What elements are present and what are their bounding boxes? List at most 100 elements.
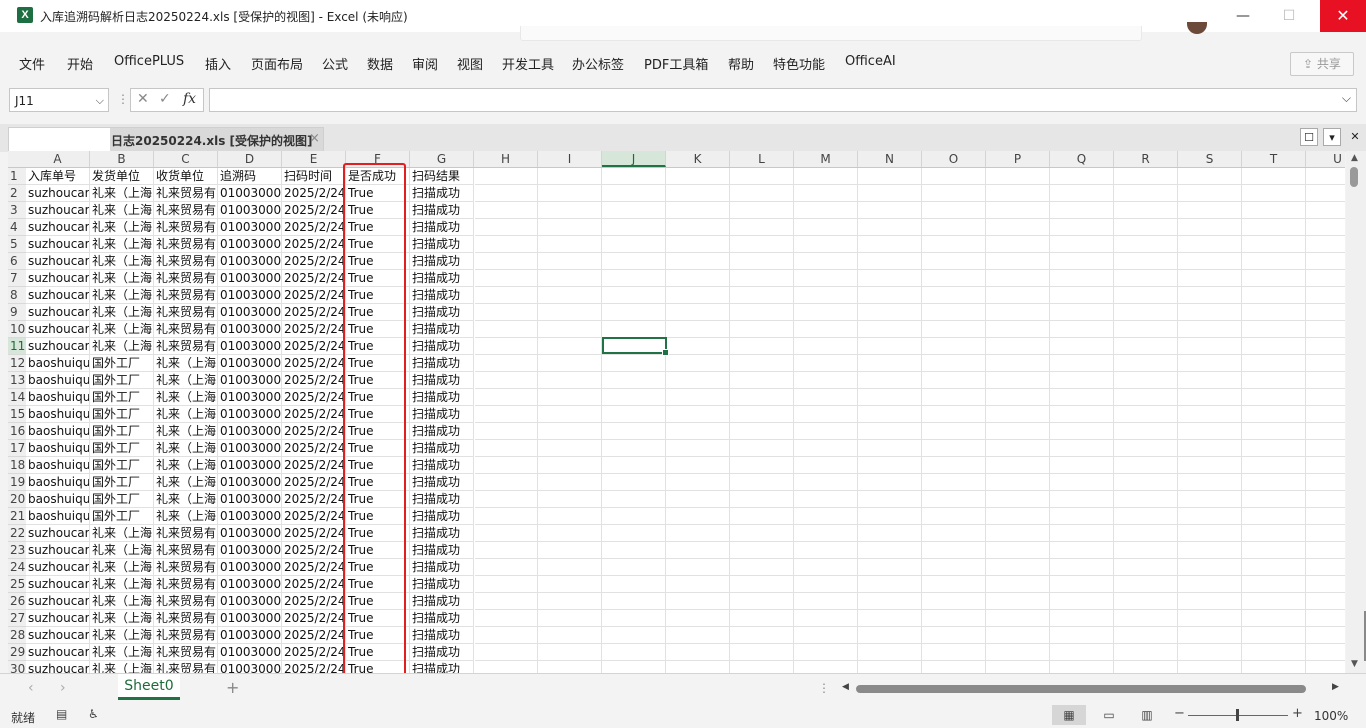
cancel-icon[interactable]: ✕ (137, 91, 149, 107)
cell-f[interactable]: True (346, 406, 410, 423)
cell-b[interactable]: 礼来（上海 (90, 338, 154, 355)
cell-g[interactable]: 扫描成功 (410, 219, 474, 236)
cell-b[interactable]: 礼来（上海 (90, 542, 154, 559)
cell-a[interactable]: suzhoucar (26, 593, 90, 610)
cell-g[interactable]: 扫码结果 (410, 168, 474, 185)
cell-d[interactable]: 010030002 (218, 185, 282, 202)
close-document-icon[interactable]: ✕ (1346, 128, 1364, 146)
cell-f[interactable]: True (346, 457, 410, 474)
cell-d[interactable]: 010030002 (218, 372, 282, 389)
cell-g[interactable]: 扫描成功 (410, 593, 474, 610)
scroll-down-icon[interactable]: ▼ (1351, 659, 1358, 669)
row-header[interactable]: 5 (8, 236, 26, 253)
share-button[interactable]: ⇪ 共享 (1290, 52, 1354, 76)
cell-d[interactable]: 010030002 (218, 508, 282, 525)
column-header-c[interactable]: C (154, 151, 218, 167)
cell-f[interactable]: True (346, 202, 410, 219)
cell-f[interactable]: True (346, 508, 410, 525)
cell-a[interactable]: baoshuiqu (26, 457, 90, 474)
cell-b[interactable]: 礼来（上海 (90, 559, 154, 576)
cell-f[interactable]: True (346, 474, 410, 491)
cell-a[interactable]: suzhoucar (26, 661, 90, 673)
avatar[interactable] (1187, 22, 1207, 34)
cell-a[interactable]: baoshuiqu (26, 389, 90, 406)
cell-f[interactable]: True (346, 559, 410, 576)
cell-b[interactable]: 礼来（上海 (90, 593, 154, 610)
cell-d[interactable]: 010030002 (218, 593, 282, 610)
row-header[interactable]: 18 (8, 457, 26, 474)
cell-e[interactable]: 2025/2/24 (282, 185, 346, 202)
column-header-f[interactable]: F (346, 151, 410, 167)
cell-d[interactable]: 010030002 (218, 610, 282, 627)
row-header[interactable]: 16 (8, 423, 26, 440)
chevron-down-icon[interactable]: ⌵ (96, 89, 104, 113)
cell-e[interactable]: 2025/2/24 (282, 474, 346, 491)
column-header-t[interactable]: T (1242, 151, 1306, 167)
cell-g[interactable]: 扫描成功 (410, 508, 474, 525)
cell-e[interactable]: 2025/2/24 (282, 304, 346, 321)
cell-g[interactable]: 扫描成功 (410, 270, 474, 287)
cell-a[interactable]: suzhoucar (26, 253, 90, 270)
cell-g[interactable]: 扫描成功 (410, 491, 474, 508)
cell-c[interactable]: 礼来（上海 (154, 457, 218, 474)
cell-g[interactable]: 扫描成功 (410, 423, 474, 440)
accessibility-icon[interactable]: ♿ (88, 707, 99, 721)
cell-e[interactable]: 2025/2/24 (282, 576, 346, 593)
row-header[interactable]: 25 (8, 576, 26, 593)
cell-a[interactable]: baoshuiqu (26, 474, 90, 491)
row-header[interactable]: 13 (8, 372, 26, 389)
insert-function-icon[interactable]: fx (183, 91, 196, 107)
cell-d[interactable]: 010030002 (218, 559, 282, 576)
new-document-icon[interactable]: ☐ (1300, 128, 1318, 146)
column-header-j[interactable]: J (602, 151, 666, 167)
cell-b[interactable]: 国外工厂 (90, 406, 154, 423)
cell-g[interactable]: 扫描成功 (410, 474, 474, 491)
cell-a[interactable]: baoshuiqu (26, 423, 90, 440)
row-header[interactable]: 1 (8, 168, 26, 185)
cell-e[interactable]: 2025/2/24 (282, 287, 346, 304)
cell-a[interactable]: suzhoucar (26, 270, 90, 287)
column-header-r[interactable]: R (1114, 151, 1178, 167)
cell-c[interactable]: 礼来（上海 (154, 508, 218, 525)
name-box[interactable]: J11 ⌵ (9, 88, 109, 112)
menu-item-12[interactable]: 帮助 (728, 54, 754, 73)
cell-d[interactable]: 010030002 (218, 338, 282, 355)
cell-g[interactable]: 扫描成功 (410, 338, 474, 355)
row-header[interactable]: 20 (8, 491, 26, 508)
cell-f[interactable]: True (346, 253, 410, 270)
cell-d[interactable]: 010030002 (218, 474, 282, 491)
column-header-h[interactable]: H (474, 151, 538, 167)
cell-e[interactable]: 2025/2/24 (282, 440, 346, 457)
cell-b[interactable]: 国外工厂 (90, 389, 154, 406)
cell-c[interactable]: 收货单位 (154, 168, 218, 185)
cell-f[interactable]: True (346, 593, 410, 610)
row-header[interactable]: 26 (8, 593, 26, 610)
cell-f[interactable]: True (346, 185, 410, 202)
cell-e[interactable]: 2025/2/24 (282, 219, 346, 236)
cell-b[interactable]: 国外工厂 (90, 457, 154, 474)
menu-item-13[interactable]: 特色功能 (773, 54, 825, 73)
cell-d[interactable]: 010030002 (218, 576, 282, 593)
row-header[interactable]: 14 (8, 389, 26, 406)
cell-f[interactable]: True (346, 219, 410, 236)
next-sheet-icon[interactable]: › (60, 680, 66, 696)
horizontal-scrollbar[interactable]: ◀ ▶ (840, 682, 1346, 696)
cell-b[interactable]: 礼来（上海 (90, 236, 154, 253)
cell-c[interactable]: 礼来贸易有 (154, 610, 218, 627)
column-header-d[interactable]: D (218, 151, 282, 167)
cell-g[interactable]: 扫描成功 (410, 304, 474, 321)
menu-item-4[interactable]: 页面布局 (251, 54, 303, 73)
cell-d[interactable]: 010030002 (218, 253, 282, 270)
menu-item-9[interactable]: 开发工具 (502, 54, 554, 73)
cell-a[interactable]: suzhoucar (26, 644, 90, 661)
column-header-l[interactable]: L (730, 151, 794, 167)
cell-d[interactable]: 010030002 (218, 661, 282, 673)
cell-g[interactable]: 扫描成功 (410, 610, 474, 627)
cell-c[interactable]: 礼来贸易有 (154, 253, 218, 270)
cell-d[interactable]: 010030002 (218, 440, 282, 457)
cell-a[interactable]: suzhoucar (26, 559, 90, 576)
row-header[interactable]: 21 (8, 508, 26, 525)
column-header-i[interactable]: I (538, 151, 602, 167)
normal-view-icon[interactable]: ▦ (1052, 705, 1086, 725)
cell-e[interactable]: 2025/2/24 (282, 644, 346, 661)
